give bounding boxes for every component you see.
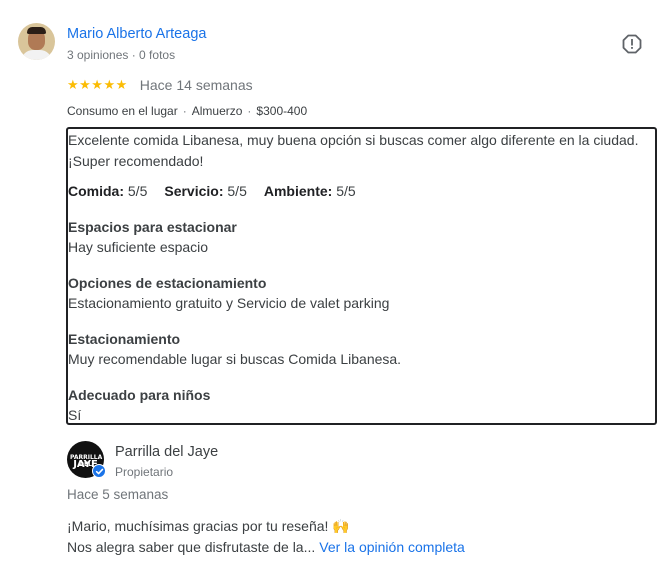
tag-dine-in: Consumo en el lugar xyxy=(67,104,178,118)
owner-reply-text: Nos alegra saber que disfrutaste de la..… xyxy=(67,539,316,555)
review-body: Excelente comida Libanesa, muy buena opc… xyxy=(66,127,657,425)
tag-price: $300-400 xyxy=(256,104,308,118)
reviewer-meta: 3 opiniones · 0 fotos xyxy=(67,48,176,62)
star-rating: ★★★★★ xyxy=(67,77,128,92)
owner-reply-line: ¡Mario, muchísimas gracias por tu reseña… xyxy=(67,518,350,534)
score-food: Comida: 5/5 xyxy=(68,181,147,201)
attribute-title: Estacionamiento xyxy=(68,331,181,347)
read-full-review-link[interactable]: Ver la opinión completa xyxy=(319,539,465,555)
attribute-kid-friendly: Adecuado para niños Sí xyxy=(68,385,655,425)
attribute-parking-options: Opciones de estacionamiento Estacionamie… xyxy=(68,273,655,313)
reviewer-info: Mario Alberto Arteaga 3 opiniones · 0 fo… xyxy=(67,23,206,63)
report-review-button[interactable] xyxy=(622,34,642,54)
score-label: Comida: xyxy=(68,183,124,199)
owner-avatar[interactable]: PARRILLA DEL JAYE xyxy=(67,441,106,478)
review-text-line: Excelente comida Libanesa, muy buena opc… xyxy=(68,132,639,148)
score-value: 5/5 xyxy=(127,183,148,199)
checkmark-icon xyxy=(95,468,103,474)
avatar-hair xyxy=(27,27,46,34)
reviewer-header: Mario Alberto Arteaga 3 opiniones · 0 fo… xyxy=(18,23,206,63)
attribute-value: Muy recomendable lugar si buscas Comida … xyxy=(68,351,402,367)
score-label: Ambiente: xyxy=(263,183,333,199)
score-value: 5/5 xyxy=(336,183,356,199)
reviewer-avatar[interactable] xyxy=(18,23,55,60)
attribute-parking: Estacionamiento Muy recomendable lugar s… xyxy=(68,329,655,369)
review-text-line: ¡Super recomendado! xyxy=(68,153,204,169)
attribute-title: Opciones de estacionamiento xyxy=(68,275,267,291)
reviewer-name[interactable]: Mario Alberto Arteaga xyxy=(67,24,206,44)
tag-separator: · xyxy=(247,104,252,118)
tag-meal: Almuerzo xyxy=(191,104,243,118)
alert-icon xyxy=(622,34,642,54)
owner-name: Parrilla del Jaye xyxy=(115,444,219,460)
review-text: Excelente comida Libanesa, muy buena opc… xyxy=(68,130,655,172)
score-service: Servicio: 5/5 xyxy=(164,181,247,201)
review-tags: Consumo en el lugar · Almuerzo · $300-40… xyxy=(67,103,307,119)
rating-row: ★★★★★ Hace 14 semanas xyxy=(67,76,253,94)
review-time: Hace 14 semanas xyxy=(139,77,253,93)
avatar-shirt xyxy=(21,50,52,60)
score-ambience: Ambiente: 5/5 xyxy=(264,181,356,201)
attribute-value: Estacionamiento gratuito y Servicio de v… xyxy=(68,295,390,311)
verified-badge-icon xyxy=(92,464,106,478)
score-value: 5/5 xyxy=(227,183,247,199)
owner-info: Parrilla del Jaye Propietario xyxy=(115,441,218,480)
review-scores: Comida: 5/5 Servicio: 5/5 Ambiente: 5/5 xyxy=(68,181,655,201)
owner-reply-line: Nos alegra saber que disfrutaste de la..… xyxy=(67,537,657,558)
tag-separator: · xyxy=(182,104,187,118)
attribute-value: Sí xyxy=(68,407,82,423)
attribute-title: Espacios para estacionar xyxy=(68,219,237,235)
owner-role: Propietario xyxy=(115,465,174,479)
attribute-value: Hay suficiente espacio xyxy=(68,239,209,255)
attribute-title: Adecuado para niños xyxy=(68,387,211,403)
owner-response-time: Hace 5 semanas xyxy=(67,487,169,502)
owner-response-header: PARRILLA DEL JAYE Parrilla del Jaye Prop… xyxy=(67,441,218,480)
owner-reply: ¡Mario, muchísimas gracias por tu reseña… xyxy=(67,516,657,558)
attribute-parking-space: Espacios para estacionar Hay suficiente … xyxy=(68,217,655,257)
score-label: Servicio: xyxy=(164,183,224,199)
